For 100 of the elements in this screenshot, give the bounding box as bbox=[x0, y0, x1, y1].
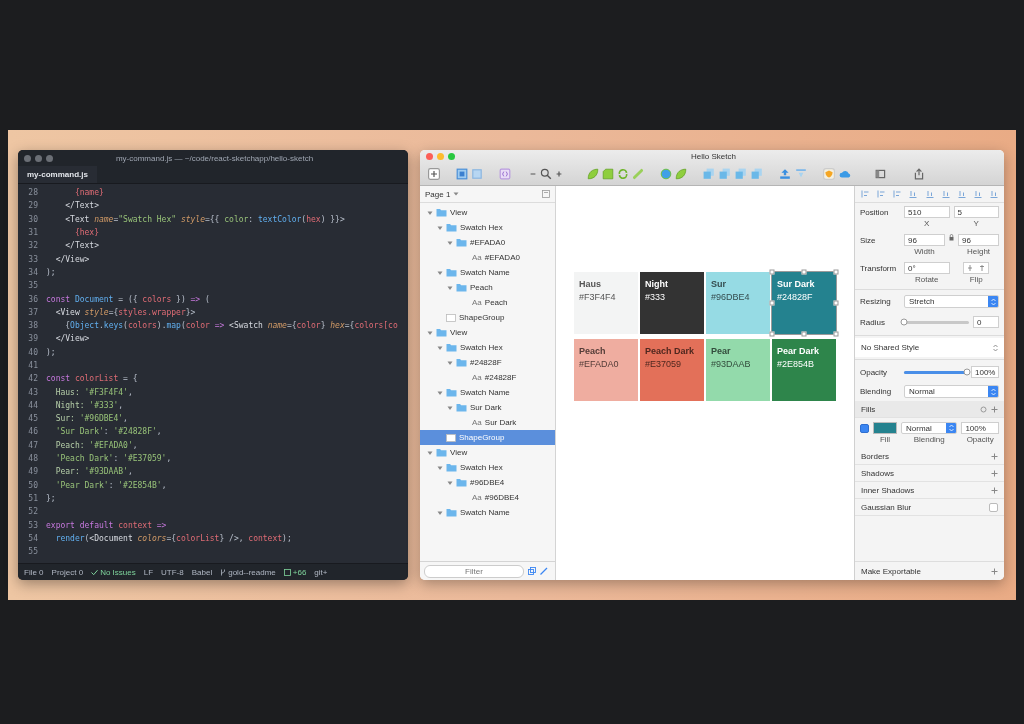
layer-item[interactable]: View bbox=[420, 325, 555, 340]
add-icon[interactable] bbox=[991, 469, 998, 477]
color-swatch[interactable]: Sur #96DBE4 bbox=[706, 272, 770, 334]
leaf-icon[interactable] bbox=[587, 168, 599, 180]
layer-item[interactable]: #EFADA0 bbox=[420, 235, 555, 250]
share-icon[interactable] bbox=[913, 168, 925, 180]
settings-icon[interactable] bbox=[980, 405, 987, 413]
color-swatch[interactable]: Night #333 bbox=[640, 272, 704, 334]
layer-item[interactable]: View bbox=[420, 445, 555, 460]
search-icon[interactable] bbox=[540, 168, 552, 180]
color-swatch[interactable]: Peach #EFADA0 bbox=[574, 339, 638, 401]
layer-item[interactable]: Swatch Hex bbox=[420, 460, 555, 475]
funnel-icon[interactable] bbox=[795, 168, 807, 180]
align-icon[interactable] bbox=[861, 190, 869, 198]
disclosure-icon[interactable] bbox=[427, 449, 433, 456]
status-item[interactable]: gold--readme bbox=[220, 567, 276, 577]
pencil-icon[interactable] bbox=[540, 567, 548, 575]
layer-item[interactable]: #96DBE4 bbox=[420, 475, 555, 490]
disclosure-icon[interactable] bbox=[437, 389, 443, 396]
layer-item[interactable]: #24828F bbox=[420, 355, 555, 370]
layer-item[interactable]: Peach bbox=[420, 280, 555, 295]
status-item[interactable]: +66 bbox=[283, 567, 307, 577]
layer-item[interactable]: Swatch Name bbox=[420, 385, 555, 400]
color-swatch[interactable]: Sur Dark #24828F bbox=[772, 272, 836, 334]
layer-item[interactable]: Aa #96DBE4 bbox=[420, 490, 555, 505]
layer-item[interactable]: Aa Sur Dark bbox=[420, 415, 555, 430]
add-icon[interactable] bbox=[991, 452, 998, 460]
layer-item[interactable]: View bbox=[420, 205, 555, 220]
status-item[interactable]: File 0 bbox=[24, 567, 44, 577]
stack-icon[interactable] bbox=[735, 168, 747, 180]
rotate-icon[interactable] bbox=[617, 168, 629, 180]
copy-icon[interactable] bbox=[528, 567, 536, 575]
add-icon[interactable] bbox=[991, 486, 998, 494]
align-icon[interactable] bbox=[909, 190, 918, 198]
disclosure-icon[interactable] bbox=[447, 359, 453, 366]
blending-select[interactable]: Normal bbox=[904, 385, 999, 398]
color-swatch[interactable]: Haus #F3F4F4 bbox=[574, 272, 638, 334]
slider-thumb[interactable] bbox=[963, 368, 971, 376]
disclosure-icon[interactable] bbox=[447, 239, 453, 246]
resize-handle[interactable] bbox=[769, 331, 775, 337]
x-field[interactable]: 510 bbox=[904, 206, 950, 218]
resizing-select[interactable]: Stretch bbox=[904, 295, 999, 308]
circle-icon[interactable] bbox=[660, 168, 672, 180]
blending-select[interactable]: Normal bbox=[901, 422, 958, 434]
disclosure-icon[interactable] bbox=[437, 464, 443, 471]
align-icon[interactable] bbox=[990, 190, 998, 198]
layer-item[interactable]: Swatch Name bbox=[420, 265, 555, 280]
checkbox[interactable] bbox=[860, 424, 869, 433]
color-swatch[interactable]: Pear #93DAAB bbox=[706, 339, 770, 401]
resize-handle[interactable] bbox=[833, 269, 839, 275]
add-icon[interactable] bbox=[991, 567, 998, 575]
align-icon[interactable] bbox=[877, 190, 886, 198]
disclosure-icon[interactable] bbox=[427, 209, 433, 216]
layer-item[interactable]: Swatch Hex bbox=[420, 220, 555, 235]
status-item[interactable]: No Issues bbox=[91, 567, 136, 577]
status-item[interactable]: UTF-8 bbox=[161, 567, 184, 577]
status-item[interactable]: Project 0 bbox=[51, 567, 84, 577]
page-select[interactable]: Page 1 bbox=[425, 189, 460, 199]
square-icon[interactable] bbox=[471, 168, 483, 180]
add-icon[interactable] bbox=[991, 405, 998, 413]
upload-icon[interactable] bbox=[779, 168, 791, 180]
align-icon[interactable] bbox=[973, 190, 982, 198]
status-item[interactable]: LF bbox=[143, 567, 154, 577]
shield-icon[interactable] bbox=[823, 168, 835, 180]
resize-handle[interactable] bbox=[769, 269, 775, 275]
stack-icon[interactable] bbox=[703, 168, 715, 180]
radius-slider[interactable] bbox=[904, 320, 969, 324]
shared-style-select[interactable]: No Shared Style bbox=[855, 338, 1004, 357]
stack-icon[interactable] bbox=[751, 168, 763, 180]
resize-handle[interactable] bbox=[769, 300, 775, 306]
align-icon[interactable] bbox=[941, 190, 950, 198]
lock-icon[interactable] bbox=[949, 234, 954, 241]
disclosure-icon[interactable] bbox=[447, 284, 453, 291]
file-tab[interactable]: my-command.js bbox=[18, 166, 97, 183]
leaf-icon[interactable] bbox=[675, 168, 687, 180]
align-icon[interactable] bbox=[893, 190, 902, 198]
layer-item[interactable]: Aa #EFADA0 bbox=[420, 250, 555, 265]
opacity-field[interactable]: 100% bbox=[961, 422, 999, 434]
window-icon[interactable] bbox=[875, 168, 887, 180]
layer-item[interactable]: Aa Peach bbox=[420, 295, 555, 310]
rotate-field[interactable]: 0° bbox=[904, 262, 950, 274]
width-field[interactable]: 96 bbox=[904, 234, 945, 246]
layer-item[interactable]: Swatch Hex bbox=[420, 340, 555, 355]
checkbox[interactable] bbox=[989, 502, 998, 512]
disclosure-icon[interactable] bbox=[437, 269, 443, 276]
flip-icon[interactable] bbox=[963, 262, 990, 274]
plus-icon[interactable] bbox=[428, 168, 440, 180]
status-item[interactable]: Babel bbox=[191, 567, 213, 577]
opacity-field[interactable]: 100% bbox=[971, 366, 999, 378]
height-field[interactable]: 96 bbox=[958, 234, 999, 246]
stack-icon[interactable] bbox=[719, 168, 731, 180]
radius-field[interactable]: 0 bbox=[973, 316, 999, 328]
cloud-icon[interactable] bbox=[839, 168, 851, 180]
minimize-button[interactable] bbox=[437, 153, 444, 160]
color-swatch[interactable]: Pear Dark #2E854B bbox=[772, 339, 836, 401]
disclosure-icon[interactable] bbox=[447, 479, 453, 486]
color-well[interactable] bbox=[873, 422, 897, 434]
square-icon[interactable] bbox=[456, 168, 468, 180]
disclosure-icon[interactable] bbox=[437, 509, 443, 516]
disclosure-icon[interactable] bbox=[427, 329, 433, 336]
